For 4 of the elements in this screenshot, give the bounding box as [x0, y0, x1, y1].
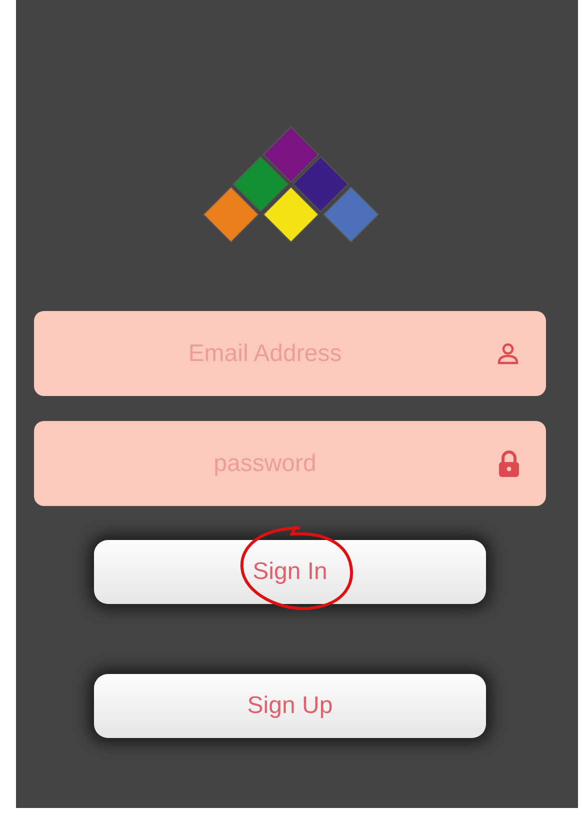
sign-in-button[interactable]: Sign In	[94, 540, 486, 604]
user-icon	[496, 342, 520, 366]
lock-icon	[498, 450, 520, 478]
sign-up-button[interactable]: Sign Up	[94, 674, 486, 738]
